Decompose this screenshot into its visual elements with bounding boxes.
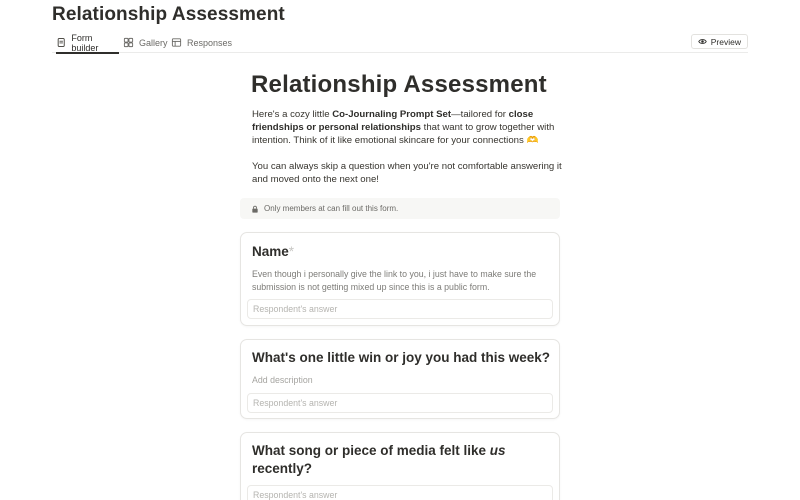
tab-gallery[interactable]: Gallery: [123, 33, 168, 52]
page-title: Relationship Assessment: [52, 4, 285, 25]
question-title[interactable]: What song or piece of media felt like us…: [252, 442, 552, 478]
intro-bold-text: Co-Journaling Prompt Set: [332, 109, 452, 120]
question-card[interactable]: What's one little win or joy you had thi…: [240, 339, 560, 419]
form-title[interactable]: Relationship Assessment: [251, 71, 547, 99]
intro-text: —tailored for: [451, 109, 509, 120]
tab-label: Form builder: [71, 32, 99, 53]
document-icon: [57, 38, 65, 47]
answer-field[interactable]: Respondent's answer: [247, 485, 553, 500]
question-title-text: recently?: [252, 461, 313, 476]
tab-label: Responses: [187, 37, 233, 48]
required-mark: *: [288, 244, 295, 259]
question-title-text: Name: [252, 244, 289, 259]
tab-form-builder[interactable]: Form builder: [56, 32, 119, 54]
lock-icon: [252, 205, 258, 213]
question-card[interactable]: What song or piece of media felt like us…: [240, 432, 560, 500]
question-title-emphasis: us: [489, 443, 506, 458]
grid-icon: [123, 37, 134, 48]
access-notice: Only members at can fill out this form.: [240, 198, 560, 219]
notice-text: Only members at can fill out this form.: [264, 204, 399, 213]
question-description[interactable]: Even though i personally give the link t…: [252, 268, 552, 294]
answer-field[interactable]: Respondent's answer: [247, 393, 553, 413]
answer-field[interactable]: Respondent's answer: [247, 299, 553, 319]
form-description[interactable]: Here's a cozy little Co-Journaling Promp…: [252, 108, 562, 186]
view-tabs: Form builder Gallery Responses: [52, 32, 748, 54]
table-icon: [171, 38, 182, 47]
intro-paragraph: Here's a cozy little Co-Journaling Promp…: [252, 108, 562, 147]
preview-button[interactable]: Preview: [690, 34, 748, 49]
question-title[interactable]: Name*: [252, 243, 552, 261]
tab-label: Gallery: [139, 37, 168, 48]
question-description[interactable]: Add description: [252, 374, 552, 387]
tab-responses[interactable]: Responses: [171, 33, 232, 52]
question-title[interactable]: What's one little win or joy you had thi…: [252, 349, 552, 367]
preview-label: Preview: [710, 36, 741, 47]
intro-paragraph: You can always skip a question when you'…: [252, 161, 562, 185]
question-card[interactable]: Name* Even though i personally give the …: [240, 232, 560, 326]
intro-text: Here's a cozy little: [252, 109, 333, 120]
eye-icon: [698, 39, 707, 44]
question-title-text: What song or piece of media felt like: [252, 443, 490, 458]
